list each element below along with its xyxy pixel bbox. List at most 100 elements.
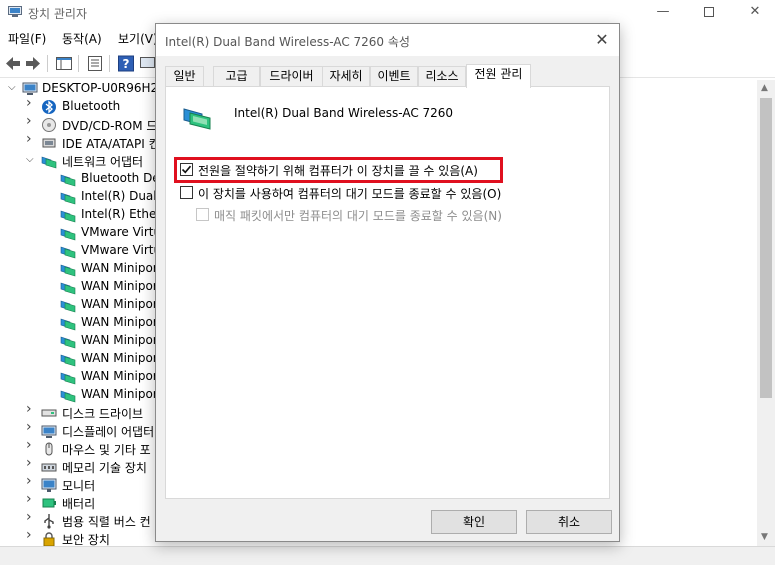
tree-node[interactable]: WAN Minipor — [0, 332, 160, 350]
tree-node[interactable]: Bluetooth Dev — [0, 170, 167, 188]
chevron-right-icon[interactable]: › — [26, 492, 36, 506]
chevron-right-icon[interactable]: › — [26, 132, 36, 146]
tree-node[interactable]: WAN Minipor — [0, 314, 160, 332]
magic-packet-only-label: 매직 패킷에서만 컴퓨터의 대기 모드를 종료할 수 있음(N) — [214, 209, 502, 223]
tree-node-label: WAN Minipor — [81, 297, 158, 311]
chevron-right-icon[interactable]: › — [26, 420, 36, 434]
tree-node[interactable]: WAN Minipor — [0, 350, 160, 368]
tab-resources[interactable]: 리소스 — [418, 66, 466, 87]
checkbox-box[interactable] — [180, 163, 193, 176]
minimize-button[interactable]: — — [640, 0, 686, 26]
menu-view[interactable]: 보기(V) — [118, 30, 158, 47]
tree-root[interactable]: ⌵ DESKTOP-U0R96H2 — [0, 80, 160, 98]
checkbox-box[interactable] — [180, 186, 193, 199]
chevron-down-icon[interactable]: ⌵ — [26, 155, 36, 165]
scroll-thumb[interactable] — [760, 98, 772, 398]
tree-node[interactable]: › 디스크 드라이브 — [0, 402, 160, 422]
tree-node[interactable]: Intel(R) Ethern — [0, 206, 169, 224]
tree-node[interactable]: › Bluetooth — [0, 96, 160, 116]
tree-node[interactable]: WAN Minipor — [0, 368, 160, 386]
tree-node[interactable]: WAN Minipor — [0, 386, 160, 404]
tree-node[interactable]: › 배터리 — [0, 492, 160, 512]
tree-node-label: WAN Minipor — [81, 315, 158, 329]
tree-node-label: 모니터 — [62, 479, 96, 493]
network-adapter-icon — [60, 318, 76, 331]
toolbar-separator — [109, 55, 110, 72]
dialog-close-icon[interactable]: ✕ — [593, 31, 611, 49]
network-adapter-icon — [60, 282, 76, 295]
ide-controller-icon — [42, 138, 56, 148]
ok-button[interactable]: 확인 — [431, 510, 517, 534]
tree-node[interactable]: › 모니터 — [0, 474, 160, 494]
checkbox-box[interactable] — [196, 208, 209, 221]
tree-node[interactable]: WAN Minipor — [0, 260, 160, 278]
tab-events[interactable]: 이벤트 — [370, 66, 418, 87]
tree-node[interactable]: › 마우스 및 기타 포 — [0, 438, 160, 458]
menu-action[interactable]: 동작(A) — [62, 30, 102, 47]
tree-node[interactable]: Intel(R) Dual B — [0, 188, 169, 206]
device-name: Intel(R) Dual Band Wireless-AC 7260 — [234, 106, 454, 120]
chevron-down-icon[interactable]: ⌵ — [8, 83, 18, 93]
maximize-button[interactable] — [686, 0, 732, 26]
show-hide-console-tree-icon[interactable] — [55, 55, 73, 72]
tree-node[interactable]: › DVD/CD-ROM 드 — [0, 114, 160, 134]
tree-node-label: 네트워크 어댑터 — [62, 155, 144, 169]
chevron-right-icon[interactable]: › — [26, 528, 36, 542]
tree-node-label: VMware Virtu — [81, 225, 162, 239]
tab-strip: 일반 고급 드라이버 자세히 이벤트 리소스 전원 관리 — [165, 64, 610, 88]
usb-controller-icon — [44, 514, 54, 529]
checkmark-icon — [181, 165, 192, 174]
network-adapter-icon — [60, 372, 76, 385]
disk-drive-icon — [41, 409, 57, 417]
properties-icon[interactable] — [86, 55, 104, 72]
chevron-right-icon[interactable]: › — [26, 510, 36, 524]
vertical-scrollbar[interactable]: ▲ ▼ — [757, 80, 775, 546]
chevron-right-icon[interactable]: › — [26, 402, 36, 416]
tree-node-label: 범용 직렬 버스 컨 — [62, 515, 151, 529]
network-adapter-icon — [60, 246, 76, 259]
close-icon: ✕ — [749, 4, 761, 19]
chevron-right-icon[interactable]: › — [26, 114, 36, 128]
network-adapter-icon — [60, 354, 76, 367]
tree-node[interactable]: › 범용 직렬 버스 컨 — [0, 510, 160, 530]
tree-node[interactable]: › 보안 장치 — [0, 528, 160, 546]
power-management-panel: Intel(R) Dual Band Wireless-AC 7260 전원을 … — [165, 86, 610, 499]
status-bar — [0, 546, 775, 565]
tree-node[interactable]: WAN Minipor — [0, 278, 160, 296]
dialog-title: Intel(R) Dual Band Wireless-AC 7260 속성 — [165, 35, 410, 49]
help-icon[interactable]: ? — [117, 55, 135, 72]
chevron-right-icon[interactable]: › — [26, 456, 36, 470]
tab-power-management[interactable]: 전원 관리 — [466, 64, 531, 88]
back-arrow-icon[interactable] — [4, 55, 22, 72]
battery-icon — [42, 498, 56, 508]
tree-node-label: WAN Minipor — [81, 351, 158, 365]
scroll-down-icon[interactable]: ▼ — [761, 532, 768, 542]
tab-advanced[interactable]: 고급 — [213, 66, 260, 87]
tree-node-label: 배터리 — [62, 497, 96, 511]
scroll-up-icon[interactable]: ▲ — [761, 83, 768, 93]
tree-node[interactable]: VMware Virtu — [0, 224, 162, 242]
tree-node-label: 메모리 기술 장치 — [62, 461, 147, 475]
tree-node-label: WAN Minipor — [81, 369, 158, 383]
tree-node-label: 디스플레이 어댑터 — [62, 425, 155, 439]
dialog-title-bar[interactable]: Intel(R) Dual Band Wireless-AC 7260 속성 ✕ — [156, 24, 619, 56]
forward-arrow-icon[interactable] — [24, 55, 42, 72]
tab-details[interactable]: 자세히 — [322, 66, 370, 87]
menu-file[interactable]: 파일(F) — [8, 30, 46, 47]
tree-node[interactable]: › IDE ATA/ATAPI 컨 — [0, 132, 160, 152]
tree-node[interactable]: › 메모리 기술 장치 — [0, 456, 160, 476]
toolbar-separator — [47, 55, 48, 72]
allow-wake-label: 이 장치를 사용하여 컴퓨터의 대기 모드를 종료할 수 있음(O) — [198, 187, 502, 201]
tree-node[interactable]: WAN Minipor — [0, 296, 160, 314]
chevron-right-icon[interactable]: › — [26, 96, 36, 110]
tree-node[interactable]: ⌵ 네트워크 어댑터 — [0, 152, 160, 170]
tab-driver[interactable]: 드라이버 — [260, 66, 323, 87]
tree-node[interactable]: VMware Virtu — [0, 242, 161, 260]
tree-node[interactable]: › 디스플레이 어댑터 — [0, 420, 160, 440]
cancel-button[interactable]: 취소 — [526, 510, 612, 534]
bluetooth-icon — [42, 100, 56, 114]
close-button[interactable]: ✕ — [732, 0, 775, 26]
chevron-right-icon[interactable]: › — [26, 474, 36, 488]
tab-general[interactable]: 일반 — [165, 66, 204, 87]
chevron-right-icon[interactable]: › — [26, 438, 36, 452]
